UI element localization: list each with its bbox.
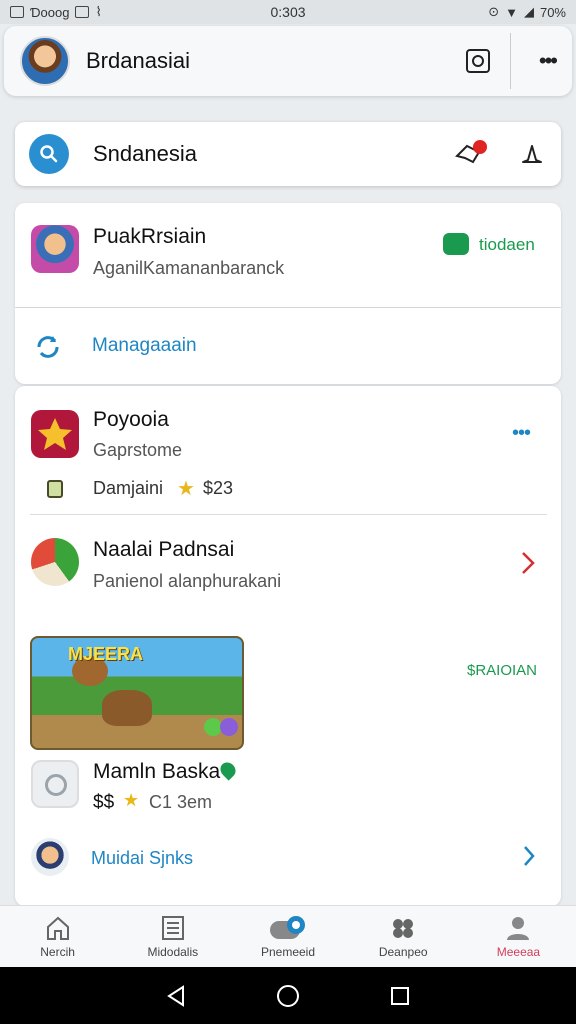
- nav-label: Nercih: [40, 944, 75, 959]
- banner-title: MJEERA: [68, 644, 144, 664]
- status-label: tiodaen: [479, 235, 535, 254]
- star-app-icon: [31, 410, 79, 458]
- battery-text: 70%: [539, 4, 566, 20]
- manage-label[interactable]: Managaaain: [92, 335, 197, 357]
- more-options-icon[interactable]: •••: [539, 50, 558, 72]
- game1-price: $23: [203, 478, 234, 498]
- recents-icon[interactable]: [389, 985, 411, 1007]
- home-button-icon[interactable]: [276, 984, 300, 1008]
- nav-item-home[interactable]: Nercih: [0, 906, 115, 967]
- game3-title: Mamln Baska: [93, 760, 221, 783]
- game2-subtitle: Panienol alanphurakani: [93, 571, 282, 591]
- account-subtitle: AganilKamananbaranck: [93, 258, 285, 278]
- nav-label: Midodalis: [147, 944, 199, 959]
- status-bar: Ɗoooɡ ⌇ 0:303 ⊙ ▼ ◢ 70%: [0, 0, 576, 24]
- account-card[interactable]: PuakRrsiain AganilKamananbaranck tiodaen: [15, 203, 561, 307]
- nav-label: Pnemeeid: [260, 944, 316, 959]
- search-bar: [15, 122, 561, 186]
- nav-label: Deanpeo: [378, 944, 428, 959]
- search-input[interactable]: [93, 141, 453, 167]
- game3-meta: C1 3em: [149, 792, 213, 812]
- banner-tag: $RAIOIAN: [467, 662, 538, 679]
- cell-icon: ◢: [523, 4, 534, 19]
- games-card: Poyooia Gaprstome ••• Damjaini ★ $23 Naa…: [15, 386, 561, 906]
- profile-icon: [507, 916, 530, 940]
- app-header: Brdanasiai •••: [4, 26, 572, 96]
- location-icon: ⊙: [488, 4, 500, 19]
- back-icon[interactable]: [165, 984, 187, 1008]
- nav-item-list[interactable]: Midodalis: [115, 906, 230, 967]
- game1-more-icon[interactable]: •••: [512, 422, 531, 445]
- home-icon: [46, 916, 69, 940]
- status-icon: [443, 233, 469, 255]
- camera-icon[interactable]: [465, 49, 490, 73]
- bag-icon: [47, 480, 63, 498]
- search-icon[interactable]: [29, 134, 69, 174]
- screenshot-icon: [10, 6, 24, 18]
- game3-price: $$: [93, 792, 115, 813]
- system-navigation-bar: [0, 967, 576, 1024]
- bell-icon[interactable]: [517, 140, 547, 168]
- star-icon: ★: [123, 790, 140, 810]
- page-title: Brdanasiai: [86, 48, 190, 73]
- account-title: PuakRrsiain: [93, 225, 207, 248]
- small-avatar: [31, 838, 69, 876]
- nav-item-toggle[interactable]: Pnemeeid: [230, 906, 345, 967]
- toggle-icon: [270, 915, 305, 939]
- game1-subtitle: Gaprstome: [93, 440, 183, 460]
- notification-badge: [473, 140, 487, 154]
- game1-price-label: Damjaini: [93, 478, 164, 498]
- gamepad-icon: [393, 918, 414, 938]
- game-banner[interactable]: MJEERA: [30, 636, 244, 750]
- signal-icon: ⌇: [95, 4, 102, 19]
- list-icon: [161, 915, 184, 940]
- chevron-right-icon[interactable]: [520, 550, 536, 576]
- verified-icon: [217, 759, 239, 781]
- chevron-right-icon[interactable]: [522, 844, 536, 868]
- avatar[interactable]: [20, 36, 70, 86]
- nav-item-games[interactable]: Deanpeo: [346, 906, 461, 967]
- manage-row[interactable]: Managaaain: [15, 308, 561, 384]
- game1-title: Poyooia: [93, 408, 169, 431]
- status-right: ⊙ ▼ ◢ 70%: [488, 4, 566, 20]
- character-app-icon: [31, 225, 79, 273]
- nav-label: Meeeaa: [496, 944, 541, 959]
- status-left: Ɗoooɡ ⌇: [10, 4, 102, 20]
- camera-app-icon: [31, 760, 79, 808]
- bear-character: [102, 690, 152, 726]
- header-divider: [509, 33, 511, 89]
- status-time: 0:303: [270, 4, 306, 20]
- bottom-navigation: Nercih Midodalis Pnemeeid Deanpeo Meeeaa: [0, 905, 576, 967]
- image-icon: [75, 6, 90, 18]
- star-icon: ★: [177, 478, 195, 500]
- more-link[interactable]: Muidai Sjnks: [91, 848, 193, 869]
- nav-item-profile[interactable]: Meeeaa: [461, 906, 576, 967]
- leaf-app-icon: [31, 538, 79, 586]
- gem-icon: [220, 718, 238, 736]
- wifi-icon: ▼: [505, 4, 518, 20]
- divider: [30, 514, 547, 515]
- game2-title: Naalai Padnsai: [93, 538, 235, 561]
- notification-icon[interactable]: [453, 140, 487, 168]
- sync-icon: [37, 336, 59, 358]
- status-left-text: Ɗoooɡ: [30, 4, 70, 20]
